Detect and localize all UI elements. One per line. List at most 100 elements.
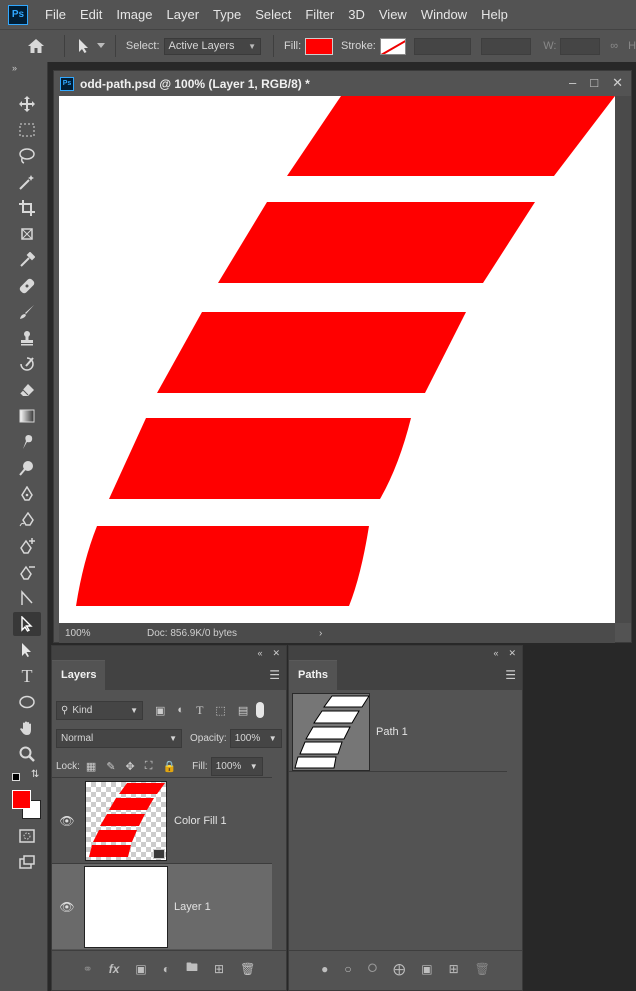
zoom-tool-icon[interactable] — [13, 742, 41, 766]
eraser-tool-icon[interactable] — [13, 378, 41, 402]
marquee-tool-icon[interactable] — [13, 118, 41, 142]
opacity-field[interactable]: 100% ▼ — [229, 728, 282, 748]
blend-mode-dropdown[interactable]: Normal ▼ — [56, 728, 182, 748]
clone-stamp-tool-icon[interactable] — [13, 326, 41, 350]
magic-wand-tool-icon[interactable] — [13, 170, 41, 194]
menu-edit[interactable]: Edit — [73, 0, 109, 29]
stroke-width-field[interactable] — [413, 37, 472, 55]
collapse-panel-icon[interactable]: « — [257, 648, 262, 658]
lasso-tool-icon[interactable] — [13, 144, 41, 168]
tab-paths[interactable]: Paths — [289, 660, 337, 690]
menu-select[interactable]: Select — [248, 0, 298, 29]
fill-path-icon[interactable]: ● — [321, 962, 328, 976]
document-tab[interactable]: Ps odd-path.psd @ 100% (Layer 1, RGB/8) … — [54, 71, 631, 96]
brush-tool-icon[interactable] — [13, 300, 41, 324]
fill-field[interactable]: 100% ▼ — [210, 756, 263, 776]
pen-tool-icon[interactable] — [13, 482, 41, 506]
adjustment-filter-icon[interactable]: ◐ — [177, 704, 184, 716]
fx-icon[interactable]: fx — [109, 962, 120, 976]
menu-window[interactable]: Window — [414, 0, 474, 29]
collapse-panel-icon[interactable]: « — [493, 648, 498, 658]
canvas[interactable] — [59, 96, 615, 623]
smart-object-filter-icon[interactable]: ▤ — [238, 704, 248, 717]
status-arrow-icon[interactable]: › — [319, 628, 322, 639]
menu-file[interactable]: File — [38, 0, 73, 29]
make-work-path-icon[interactable]: ⨁ — [393, 962, 405, 976]
menu-layer[interactable]: Layer — [160, 0, 207, 29]
healing-brush-tool-icon[interactable] — [13, 274, 41, 298]
zoom-level[interactable]: 100% — [59, 628, 107, 639]
add-mask-icon[interactable]: ▣ — [135, 962, 146, 976]
link-icon[interactable]: ∞ — [610, 40, 618, 52]
new-layer-icon[interactable]: ⊞ — [214, 962, 224, 976]
layer-row-color-fill[interactable]: 👁 Color Fill 1 — [52, 777, 272, 863]
move-tool-icon[interactable] — [13, 92, 41, 116]
quick-mask-icon[interactable] — [13, 824, 41, 848]
lock-artboard-icon[interactable]: ⛶ — [145, 760, 153, 773]
ellipse-tool-icon[interactable] — [13, 690, 41, 714]
path-selection-preset-icon[interactable] — [77, 38, 105, 54]
pixel-filter-icon[interactable]: ▣ — [155, 704, 165, 717]
close-icon[interactable]: ✕ — [612, 75, 623, 91]
close-panel-icon[interactable]: ✕ — [508, 648, 516, 659]
smudge-tool-icon[interactable] — [13, 430, 41, 454]
new-path-icon[interactable]: ⊞ — [449, 962, 459, 976]
stroke-path-icon[interactable]: ○ — [344, 962, 351, 976]
filter-toggle-icon[interactable] — [256, 702, 265, 718]
load-path-as-selection-icon[interactable]: ⭘ — [368, 961, 378, 976]
path-row[interactable]: Path 1 — [289, 692, 507, 772]
width-field[interactable] — [560, 37, 601, 55]
stroke-none-swatch[interactable] — [379, 37, 406, 55]
type-tool-icon[interactable]: T — [13, 664, 41, 688]
foreground-color-swatch[interactable] — [12, 790, 31, 809]
dodge-tool-icon[interactable] — [13, 456, 41, 480]
select-mode-dropdown[interactable]: Active Layers ▼ — [163, 37, 262, 55]
default-colors-icon[interactable] — [12, 773, 20, 781]
gradient-tool-icon[interactable] — [13, 404, 41, 428]
type-filter-icon[interactable]: T — [196, 703, 203, 718]
trash-icon[interactable]: 🗑 — [240, 962, 255, 976]
visibility-eye-icon[interactable]: 👁 — [52, 900, 82, 914]
lock-position-icon[interactable]: ✥ — [126, 760, 135, 773]
menu-3d[interactable]: 3D — [341, 0, 372, 29]
layer-name[interactable]: Layer 1 — [174, 901, 211, 913]
layer-row-layer-1[interactable]: 👁 Layer 1 — [52, 863, 272, 949]
maximize-icon[interactable]: □ — [590, 75, 598, 91]
history-brush-tool-icon[interactable] — [13, 352, 41, 376]
adjustment-layer-icon[interactable]: ◐ — [163, 962, 170, 976]
direct-selection-tool-icon[interactable] — [13, 612, 41, 636]
menu-view[interactable]: View — [372, 0, 414, 29]
add-mask-icon[interactable]: ▣ — [421, 962, 432, 976]
hand-tool-icon[interactable] — [13, 716, 41, 740]
link-layers-icon[interactable]: ⚭ — [83, 962, 93, 976]
panel-menu-icon[interactable]: ☰ — [505, 668, 516, 682]
crop-tool-icon[interactable] — [13, 196, 41, 220]
close-panel-icon[interactable]: ✕ — [272, 648, 280, 659]
kind-filter-dropdown[interactable]: ⚲ Kind ▼ — [56, 700, 143, 720]
layer-name[interactable]: Color Fill 1 — [174, 815, 227, 827]
panel-menu-icon[interactable]: ☰ — [269, 668, 280, 682]
eyedropper-tool-icon[interactable] — [13, 248, 41, 272]
shape-filter-icon[interactable]: ⬚ — [215, 704, 225, 717]
delete-anchor-point-tool-icon[interactable] — [13, 560, 41, 584]
minimize-icon[interactable]: – — [569, 75, 576, 91]
add-anchor-point-tool-icon[interactable] — [13, 534, 41, 558]
menu-type[interactable]: Type — [206, 0, 248, 29]
lock-image-icon[interactable]: ✎ — [106, 760, 115, 773]
group-folder-icon[interactable]: 🖿 — [186, 958, 198, 979]
freeform-pen-tool-icon[interactable] — [13, 508, 41, 532]
trash-icon[interactable]: 🗑 — [475, 962, 490, 976]
visibility-eye-icon[interactable]: 👁 — [52, 814, 82, 828]
screen-mode-icon[interactable] — [13, 850, 41, 874]
swap-colors-icon[interactable]: ⇅ — [31, 769, 39, 780]
vertical-scrollbar[interactable] — [615, 96, 631, 623]
frame-tool-icon[interactable] — [13, 222, 41, 246]
lock-all-icon[interactable]: 🔒 — [162, 760, 176, 773]
menu-filter[interactable]: Filter — [298, 0, 341, 29]
stroke-type-dropdown[interactable] — [481, 37, 532, 55]
tab-layers[interactable]: Layers — [52, 660, 106, 690]
menu-image[interactable]: Image — [109, 0, 159, 29]
path-selection-tool-icon[interactable] — [13, 638, 41, 662]
home-icon[interactable] — [24, 38, 48, 54]
menu-help[interactable]: Help — [474, 0, 515, 29]
